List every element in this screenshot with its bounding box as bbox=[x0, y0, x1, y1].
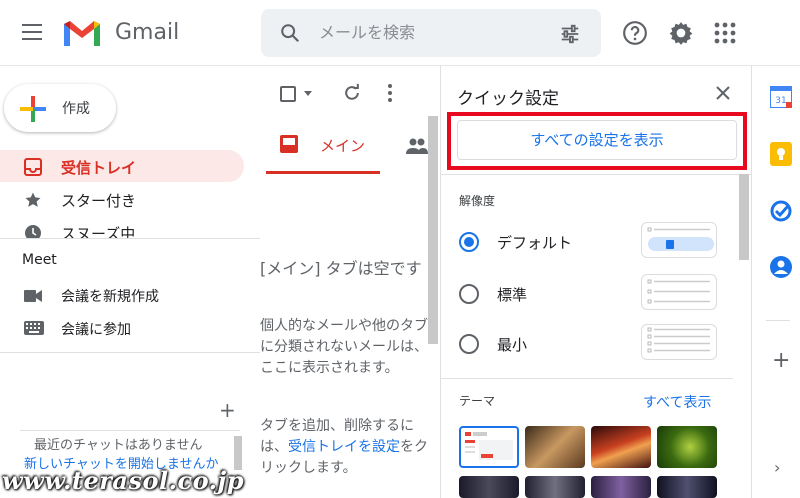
theme-thumbnail-default[interactable] bbox=[459, 426, 519, 468]
density-option-standard[interactable]: 標準 bbox=[441, 274, 741, 314]
empty-tab-title: [メイン] タブは空です bbox=[260, 259, 422, 278]
sidebar-divider bbox=[0, 352, 260, 353]
video-camera-icon bbox=[24, 290, 42, 302]
density-section-title: 解像度 bbox=[459, 194, 496, 208]
theme-thumbnail-row2[interactable] bbox=[591, 476, 651, 498]
radio-button[interactable] bbox=[459, 334, 479, 354]
theme-thumbnail-row2[interactable] bbox=[657, 476, 717, 498]
theme-section-title: テーマ bbox=[459, 394, 496, 408]
density-preview-standard bbox=[641, 274, 717, 310]
theme-preview-image bbox=[465, 432, 513, 460]
theme-thumbnail-row2[interactable] bbox=[525, 476, 585, 498]
gmail-window: Gmail メールを検索 作成 受信トレイ スター付き スヌーズ中 Meet 会… bbox=[0, 0, 800, 498]
google-apps-icon[interactable] bbox=[714, 22, 736, 44]
sidebar-item-label: スヌーズ中 bbox=[61, 225, 136, 238]
search-input[interactable] bbox=[319, 23, 539, 42]
compose-label: 作成 bbox=[62, 101, 90, 117]
density-option-compact[interactable]: 最小 bbox=[441, 324, 741, 364]
top-bar: Gmail bbox=[0, 0, 800, 66]
quick-settings-title: クイック設定 bbox=[457, 89, 559, 109]
mail-list-scrollbar[interactable] bbox=[428, 116, 438, 344]
density-preview-image bbox=[647, 279, 710, 304]
hamburger-menu-icon[interactable] bbox=[22, 24, 42, 40]
people-icon[interactable] bbox=[406, 138, 428, 154]
sidebar-item-snoozed[interactable]: スヌーズ中 bbox=[0, 216, 244, 238]
meet-item-label: 会議に参加 bbox=[61, 322, 131, 338]
meet-join-meeting[interactable]: 会議に参加 bbox=[0, 313, 244, 343]
star-icon bbox=[25, 192, 41, 207]
chat-divider bbox=[20, 430, 240, 431]
density-preview-image bbox=[647, 227, 714, 251]
sidebar-item-label: スター付き bbox=[61, 192, 137, 210]
search-options-icon[interactable] bbox=[559, 23, 581, 45]
theme-thumbnail-chess[interactable] bbox=[525, 426, 585, 468]
close-icon[interactable] bbox=[715, 85, 731, 101]
more-vert-icon[interactable] bbox=[386, 83, 394, 103]
empty-tab-description: 個人的なメールや他のタブに分類されないメールは、ここに表示されます。 bbox=[260, 318, 428, 376]
select-menu-caret-icon[interactable] bbox=[304, 91, 312, 96]
density-option-label: デフォルト bbox=[497, 234, 573, 252]
density-option-default[interactable]: デフォルト bbox=[441, 222, 741, 262]
sidebar-item-label: 受信トレイ bbox=[61, 159, 137, 177]
show-all-themes-link[interactable]: すべて表示 bbox=[643, 392, 711, 412]
density-preview-compact bbox=[641, 324, 717, 360]
quick-settings-panel: クイック設定 すべての設定を表示 解像度 デフォルト 標準 最小 テーマ すべて… bbox=[440, 66, 753, 498]
density-preview-image bbox=[647, 327, 710, 353]
theme-thumbnail-row2[interactable] bbox=[459, 476, 519, 498]
panel-divider bbox=[441, 174, 753, 175]
mail-list-area: メイン [メイン] タブは空です 個人的なメールや他のタブに分類されないメールは… bbox=[260, 66, 440, 498]
rail-divider bbox=[766, 320, 790, 321]
plus-icon bbox=[20, 96, 46, 122]
configure-inbox-link[interactable]: 受信トレイを設定 bbox=[288, 439, 400, 455]
keyboard-icon bbox=[24, 321, 44, 335]
tasks-icon[interactable] bbox=[770, 200, 792, 226]
tab-main-label: メイン bbox=[320, 137, 366, 155]
density-option-label: 標準 bbox=[497, 286, 528, 304]
meet-item-label: 会議を新規作成 bbox=[61, 289, 159, 305]
inbox-icon bbox=[280, 135, 298, 153]
refresh-icon[interactable] bbox=[342, 83, 362, 103]
select-all-checkbox[interactable] bbox=[280, 86, 296, 102]
inbox-icon bbox=[24, 158, 42, 176]
settings-gear-icon[interactable] bbox=[668, 20, 694, 46]
density-preview-default bbox=[641, 222, 717, 258]
app-name: Gmail bbox=[115, 20, 180, 45]
radio-button[interactable] bbox=[459, 232, 479, 252]
calendar-icon[interactable]: 31 bbox=[769, 85, 793, 112]
sidebar-divider bbox=[0, 238, 260, 239]
search-icon[interactable] bbox=[279, 22, 301, 44]
clock-icon bbox=[25, 225, 41, 238]
chat-empty-text: 最近のチャットはありません bbox=[34, 438, 203, 453]
help-icon[interactable] bbox=[622, 20, 648, 46]
radio-button[interactable] bbox=[459, 284, 479, 304]
meet-section-title: Meet bbox=[22, 252, 57, 268]
add-addon-button[interactable]: + bbox=[772, 348, 790, 373]
highlight-box bbox=[447, 112, 747, 170]
sidebar-item-starred[interactable]: スター付き bbox=[0, 183, 244, 215]
chat-scrollbar[interactable] bbox=[234, 436, 242, 470]
quick-settings-scrollbar[interactable] bbox=[739, 174, 749, 260]
compose-button[interactable]: 作成 bbox=[4, 84, 116, 132]
calendar-day: 31 bbox=[775, 96, 786, 106]
theme-thumbnail-canyon[interactable] bbox=[591, 426, 651, 468]
sidebar-item-inbox[interactable]: 受信トレイ bbox=[0, 150, 244, 182]
keep-icon[interactable] bbox=[770, 142, 792, 170]
watermark-text: www.terasol.co.jp bbox=[2, 466, 244, 495]
expand-panel-chevron-icon[interactable]: › bbox=[774, 458, 780, 477]
tab-main[interactable]: メイン bbox=[266, 120, 380, 174]
meet-new-meeting[interactable]: 会議を新規作成 bbox=[0, 280, 244, 310]
empty-tab-instructions: タブを追加、削除するには、受信トレイを設定をクリックします。 bbox=[260, 416, 428, 479]
contacts-icon[interactable] bbox=[770, 256, 792, 282]
panel-divider bbox=[441, 378, 733, 379]
side-panel-rail: 31 + › bbox=[752, 66, 800, 498]
gmail-logo-icon[interactable] bbox=[62, 18, 102, 48]
chat-add-button[interactable]: + bbox=[219, 398, 236, 422]
density-option-label: 最小 bbox=[497, 336, 528, 354]
search-bar[interactable] bbox=[261, 9, 601, 57]
theme-thumbnail-leaf[interactable] bbox=[657, 426, 717, 468]
